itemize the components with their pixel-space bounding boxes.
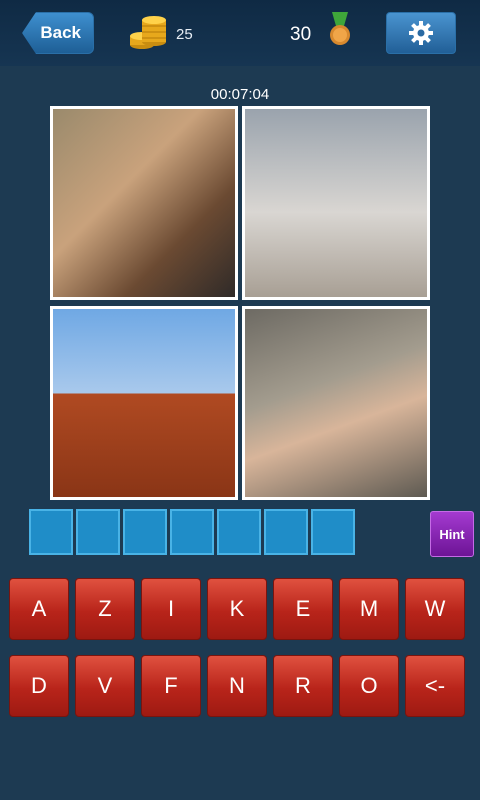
letter-key[interactable]: I: [141, 578, 201, 640]
answer-slot[interactable]: [29, 509, 73, 555]
letter-key[interactable]: E: [273, 578, 333, 640]
letter-key[interactable]: M: [339, 578, 399, 640]
back-button-label: Back: [40, 23, 81, 42]
letter-key[interactable]: V: [75, 655, 135, 717]
answer-slot[interactable]: [76, 509, 120, 555]
photo-2[interactable]: [242, 106, 430, 300]
answer-slot[interactable]: [170, 509, 214, 555]
backspace-key[interactable]: <-: [405, 655, 465, 717]
photo-4[interactable]: [242, 306, 430, 500]
answer-slot[interactable]: [264, 509, 308, 555]
gear-icon: [409, 21, 433, 45]
letter-key[interactable]: R: [273, 655, 333, 717]
photo-1[interactable]: [50, 106, 238, 300]
timer: 00:07:04: [210, 86, 270, 103]
letter-key[interactable]: N: [207, 655, 267, 717]
score-value: 30: [290, 24, 312, 45]
answer-slots: [29, 509, 358, 555]
answer-slot[interactable]: [123, 509, 167, 555]
back-button[interactable]: Back: [22, 12, 94, 54]
hint-button[interactable]: Hint: [430, 511, 474, 557]
letter-key[interactable]: D: [9, 655, 69, 717]
hint-label: Hint: [439, 526, 465, 542]
coins-count: 25: [176, 26, 193, 43]
letter-key[interactable]: Z: [75, 578, 135, 640]
letter-key[interactable]: W: [405, 578, 465, 640]
letter-key[interactable]: K: [207, 578, 267, 640]
photo-3[interactable]: [50, 306, 238, 500]
letter-key[interactable]: O: [339, 655, 399, 717]
letter-key[interactable]: A: [9, 578, 69, 640]
answer-slot[interactable]: [217, 509, 261, 555]
answer-slot[interactable]: [311, 509, 355, 555]
coins-icon: [130, 16, 166, 49]
letter-key[interactable]: F: [141, 655, 201, 717]
medal-icon: [330, 12, 350, 45]
settings-button[interactable]: [386, 12, 456, 54]
